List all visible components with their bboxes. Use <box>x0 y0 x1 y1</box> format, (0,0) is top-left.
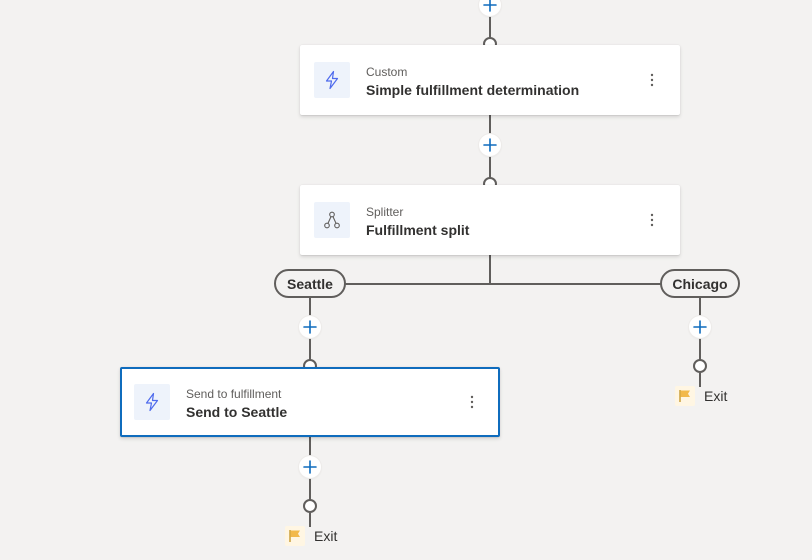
lightning-icon <box>325 70 339 90</box>
workflow-canvas: Custom Simple fulfillment determination … <box>0 0 812 560</box>
step-name: Fulfillment split <box>366 222 470 238</box>
add-step-button-chicago[interactable] <box>689 316 711 338</box>
step-name: Simple fulfillment determination <box>366 82 580 98</box>
plus-icon <box>483 138 497 152</box>
step-card-splitter[interactable]: Splitter Fulfillment split <box>300 185 680 255</box>
plus-icon <box>693 320 707 334</box>
exit-label: Exit <box>704 388 728 404</box>
more-vertical-icon <box>650 73 654 87</box>
flag-icon <box>675 386 695 406</box>
branch-label-text: Seattle <box>287 275 333 292</box>
more-options-button[interactable] <box>464 392 480 412</box>
add-step-button-after-custom[interactable] <box>479 134 501 156</box>
step-card-custom[interactable]: Custom Simple fulfillment determination <box>300 45 680 115</box>
connection-port <box>693 359 707 373</box>
lightning-icon <box>145 392 159 412</box>
more-options-button[interactable] <box>644 70 660 90</box>
branch-label-text: Chicago <box>672 275 728 292</box>
more-vertical-icon <box>650 213 654 227</box>
step-kind-label: Custom <box>366 65 408 79</box>
splitter-icon <box>324 211 340 229</box>
plus-icon <box>303 460 317 474</box>
plus-icon <box>303 320 317 334</box>
step-kind-label: Send to fulfillment <box>186 387 282 401</box>
exit-node-seattle[interactable]: Exit <box>285 525 337 547</box>
exit-node-chicago[interactable]: Exit <box>675 385 727 407</box>
add-step-button-after-send[interactable] <box>299 456 321 478</box>
exit-label: Exit <box>314 528 338 544</box>
step-card-send-to-fulfillment[interactable]: Send to fulfillment Send to Seattle <box>120 367 500 437</box>
step-name: Send to Seattle <box>186 404 288 420</box>
branch-label-seattle[interactable]: Seattle <box>274 269 346 298</box>
branch-label-chicago[interactable]: Chicago <box>660 269 740 298</box>
step-icon-tile <box>314 62 350 98</box>
flag-icon <box>285 526 305 546</box>
more-vertical-icon <box>470 395 474 409</box>
step-icon-tile <box>134 384 170 420</box>
more-options-button[interactable] <box>644 210 660 230</box>
plus-icon <box>483 0 497 12</box>
connection-port <box>303 499 317 513</box>
step-kind-label: Splitter <box>366 205 404 219</box>
add-step-button-seattle[interactable] <box>299 316 321 338</box>
step-icon-tile <box>314 202 350 238</box>
